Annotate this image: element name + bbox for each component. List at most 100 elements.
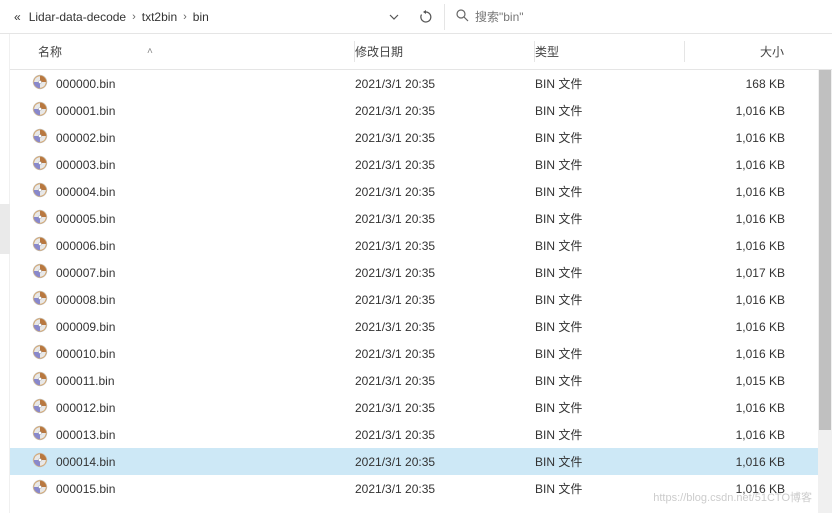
file-row[interactable]: 000008.bin 2021/3/1 20:35 BIN 文件 1,016 K… (0, 286, 832, 313)
address-toolbar: « Lidar-data-decode › txt2bin › bin 搜索"b… (0, 0, 832, 34)
file-size: 1,016 KB (685, 158, 805, 172)
disc-file-icon (32, 371, 48, 390)
file-size: 1,016 KB (685, 455, 805, 469)
file-list: 000000.bin 2021/3/1 20:35 BIN 文件 168 KB … (0, 70, 832, 513)
file-size: 1,016 KB (685, 293, 805, 307)
file-row[interactable]: 000007.bin 2021/3/1 20:35 BIN 文件 1,017 K… (0, 259, 832, 286)
file-row[interactable]: 000005.bin 2021/3/1 20:35 BIN 文件 1,016 K… (0, 205, 832, 232)
file-row[interactable]: 000014.bin 2021/3/1 20:35 BIN 文件 1,016 K… (0, 448, 832, 475)
header-type[interactable]: 类型 (535, 41, 685, 62)
file-size: 168 KB (685, 77, 805, 91)
disc-file-icon (32, 263, 48, 282)
left-sidebar-edge (0, 34, 10, 513)
disc-file-icon (32, 398, 48, 417)
header-name[interactable]: 名称 ˄ (0, 41, 355, 62)
disc-file-icon (32, 317, 48, 336)
file-type: BIN 文件 (535, 426, 685, 443)
scrollbar-thumb[interactable] (819, 70, 831, 430)
file-row[interactable]: 000011.bin 2021/3/1 20:35 BIN 文件 1,015 K… (0, 367, 832, 394)
sort-caret-icon: ˄ (147, 46, 153, 57)
disc-file-icon (32, 155, 48, 174)
file-date: 2021/3/1 20:35 (355, 131, 535, 145)
header-size[interactable]: 大小 (685, 41, 805, 62)
file-name: 000011.bin (56, 374, 115, 388)
file-date: 2021/3/1 20:35 (355, 212, 535, 226)
file-size: 1,016 KB (685, 428, 805, 442)
disc-file-icon (32, 74, 48, 93)
file-type: BIN 文件 (535, 453, 685, 470)
disc-file-icon (32, 236, 48, 255)
file-row[interactable]: 000001.bin 2021/3/1 20:35 BIN 文件 1,016 K… (0, 97, 832, 124)
file-name: 000001.bin (56, 104, 115, 118)
file-date: 2021/3/1 20:35 (355, 347, 535, 361)
file-name: 000003.bin (56, 158, 115, 172)
file-type: BIN 文件 (535, 291, 685, 308)
file-name: 000004.bin (56, 185, 115, 199)
file-row[interactable]: 000009.bin 2021/3/1 20:35 BIN 文件 1,016 K… (0, 313, 832, 340)
search-box[interactable]: 搜索"bin" (444, 4, 824, 30)
disc-file-icon (32, 182, 48, 201)
file-name: 000007.bin (56, 266, 115, 280)
disc-file-icon (32, 290, 48, 309)
file-date: 2021/3/1 20:35 (355, 266, 535, 280)
file-row[interactable]: 000010.bin 2021/3/1 20:35 BIN 文件 1,016 K… (0, 340, 832, 367)
file-name: 000010.bin (56, 347, 115, 361)
file-size: 1,016 KB (685, 185, 805, 199)
file-size: 1,016 KB (685, 401, 805, 415)
chevron-right-icon: › (132, 11, 136, 23)
file-date: 2021/3/1 20:35 (355, 104, 535, 118)
file-name: 000000.bin (56, 77, 115, 91)
disc-file-icon (32, 452, 48, 471)
file-size: 1,016 KB (685, 320, 805, 334)
file-size: 1,016 KB (685, 239, 805, 253)
file-name: 000008.bin (56, 293, 115, 307)
dropdown-button[interactable] (382, 5, 406, 29)
disc-file-icon (32, 479, 48, 498)
refresh-button[interactable] (414, 5, 438, 29)
file-row[interactable]: 000015.bin 2021/3/1 20:35 BIN 文件 1,016 K… (0, 475, 832, 502)
chevron-right-icon: › (183, 11, 187, 23)
disc-file-icon (32, 425, 48, 444)
file-name: 000005.bin (56, 212, 115, 226)
file-date: 2021/3/1 20:35 (355, 77, 535, 91)
breadcrumb-item-2[interactable]: bin (193, 10, 209, 24)
breadcrumb[interactable]: « Lidar-data-decode › txt2bin › bin (8, 10, 382, 24)
file-type: BIN 文件 (535, 129, 685, 146)
file-row[interactable]: 000012.bin 2021/3/1 20:35 BIN 文件 1,016 K… (0, 394, 832, 421)
file-date: 2021/3/1 20:35 (355, 455, 535, 469)
file-name: 000002.bin (56, 131, 115, 145)
file-type: BIN 文件 (535, 264, 685, 281)
search-placeholder: 搜索"bin" (475, 8, 524, 25)
sidebar-scroll-handle[interactable] (0, 204, 10, 254)
file-type: BIN 文件 (535, 156, 685, 173)
file-date: 2021/3/1 20:35 (355, 401, 535, 415)
file-row[interactable]: 000003.bin 2021/3/1 20:35 BIN 文件 1,016 K… (0, 151, 832, 178)
file-type: BIN 文件 (535, 345, 685, 362)
file-size: 1,017 KB (685, 266, 805, 280)
file-name: 000012.bin (56, 401, 115, 415)
file-type: BIN 文件 (535, 237, 685, 254)
file-type: BIN 文件 (535, 102, 685, 119)
file-date: 2021/3/1 20:35 (355, 158, 535, 172)
file-type: BIN 文件 (535, 480, 685, 497)
breadcrumb-item-0[interactable]: Lidar-data-decode (29, 10, 126, 24)
file-type: BIN 文件 (535, 399, 685, 416)
file-row[interactable]: 000002.bin 2021/3/1 20:35 BIN 文件 1,016 K… (0, 124, 832, 151)
file-row[interactable]: 000004.bin 2021/3/1 20:35 BIN 文件 1,016 K… (0, 178, 832, 205)
file-date: 2021/3/1 20:35 (355, 185, 535, 199)
file-size: 1,016 KB (685, 212, 805, 226)
file-row[interactable]: 000013.bin 2021/3/1 20:35 BIN 文件 1,016 K… (0, 421, 832, 448)
file-date: 2021/3/1 20:35 (355, 428, 535, 442)
column-headers: 名称 ˄ 修改日期 类型 大小 (0, 34, 832, 70)
scrollbar-track[interactable] (818, 70, 832, 513)
disc-file-icon (32, 209, 48, 228)
file-name: 000009.bin (56, 320, 115, 334)
search-icon (455, 8, 469, 25)
breadcrumb-item-1[interactable]: txt2bin (142, 10, 177, 24)
header-date[interactable]: 修改日期 (355, 41, 535, 62)
file-size: 1,015 KB (685, 374, 805, 388)
disc-file-icon (32, 344, 48, 363)
file-row[interactable]: 000006.bin 2021/3/1 20:35 BIN 文件 1,016 K… (0, 232, 832, 259)
file-row[interactable]: 000000.bin 2021/3/1 20:35 BIN 文件 168 KB (0, 70, 832, 97)
file-size: 1,016 KB (685, 347, 805, 361)
